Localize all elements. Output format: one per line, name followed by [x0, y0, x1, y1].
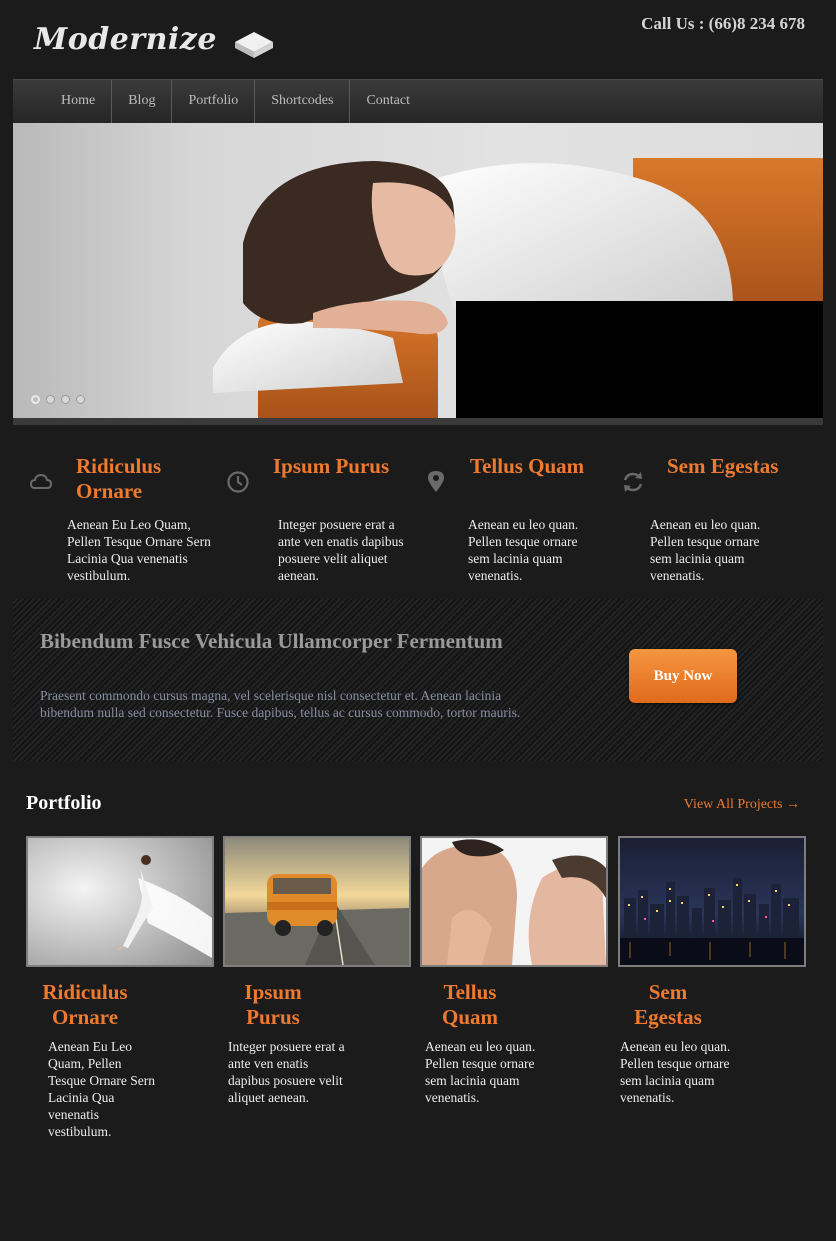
nav-blog[interactable]: Blog [111, 80, 171, 124]
slider-dot-1[interactable] [31, 395, 40, 404]
portfolio-thumb-bus[interactable] [223, 836, 411, 967]
features-row: Ridiculus Ornare Aenean Eu Leo Quam, Pel… [13, 440, 823, 590]
portfolio-item-title[interactable]: Sem Egestas [618, 980, 718, 1030]
slider-pagination [31, 395, 85, 404]
promo-text: Praesent commondo cursus magna, vel scel… [40, 688, 521, 720]
feature-text: Aenean eu leo quan. Pellen tesque ornare… [650, 517, 761, 583]
portfolio-item-text: Aenean eu leo quan. Pellen tesque ornare… [620, 1039, 731, 1105]
slider-dot-2[interactable] [46, 395, 55, 404]
nav-portfolio[interactable]: Portfolio [171, 80, 254, 124]
portfolio-item-text: Integer posuere erat a ante ven enatis d… [228, 1039, 345, 1105]
nav-contact[interactable]: Contact [349, 80, 426, 124]
bus-image [225, 838, 409, 965]
couple-image [422, 838, 606, 965]
slider-dot-4[interactable] [76, 395, 85, 404]
nav-home[interactable]: Home [45, 80, 111, 124]
main-nav: Home Blog Portfolio Shortcodes Contact [13, 79, 823, 124]
promo-title: Bibendum Fusce Vehicula Ullamcorper Ferm… [40, 629, 503, 653]
view-all-projects-link[interactable]: View All Projects → [684, 797, 800, 813]
site-logo[interactable]: Modernize [34, 18, 275, 60]
map-pin-icon [428, 471, 444, 492]
slider-caption-box [456, 301, 823, 418]
portfolio-item-title[interactable]: Tellus Quam [420, 980, 520, 1030]
hero-bottom-bar [13, 418, 823, 425]
portfolio-item-text: Aenean eu leo quan. Pellen tesque ornare… [425, 1039, 536, 1105]
portfolio-item-title[interactable]: Ridiculus Ornare [26, 980, 144, 1030]
feature-text: Integer posuere erat a ante ven enatis d… [278, 517, 404, 583]
feature-title: Ipsum Purus [273, 454, 390, 478]
clock-icon [227, 471, 249, 493]
cloud-icon [29, 473, 53, 489]
call-us-phone: Call Us : (66)8 234 678 [641, 14, 805, 33]
feature-title: Ridiculus Ornare [76, 454, 162, 503]
portfolio-item-title[interactable]: Ipsum Purus [223, 980, 323, 1030]
promo-banner: Bibendum Fusce Vehicula Ullamcorper Ferm… [13, 599, 823, 761]
portfolio-heading: Portfolio [26, 792, 102, 814]
city-night-image [620, 838, 804, 965]
feature-text: Aenean Eu Leo Quam, Pellen Tesque Ornare… [67, 517, 211, 583]
feature-title: Tellus Quam [470, 454, 585, 478]
logo-text: Modernize [34, 21, 217, 57]
refresh-icon [623, 472, 643, 492]
feature-text: Aenean eu leo quan. Pellen tesque ornare… [468, 517, 579, 583]
hero-slider[interactable] [13, 123, 823, 418]
portfolio-item-text: Aenean Eu Leo Quam, Pellen Tesque Ornare… [48, 1039, 156, 1139]
feature-title: Sem Egestas [667, 454, 779, 478]
dancer-image [28, 838, 212, 965]
logo-diamond-icon [234, 32, 273, 58]
slider-dot-3[interactable] [61, 395, 70, 404]
buy-now-button[interactable]: Buy Now [629, 649, 737, 703]
portfolio-thumb-city[interactable] [618, 836, 806, 967]
portfolio-thumb-dancer[interactable] [26, 836, 214, 967]
nav-shortcodes[interactable]: Shortcodes [254, 80, 349, 124]
portfolio-thumb-couple[interactable] [420, 836, 608, 967]
